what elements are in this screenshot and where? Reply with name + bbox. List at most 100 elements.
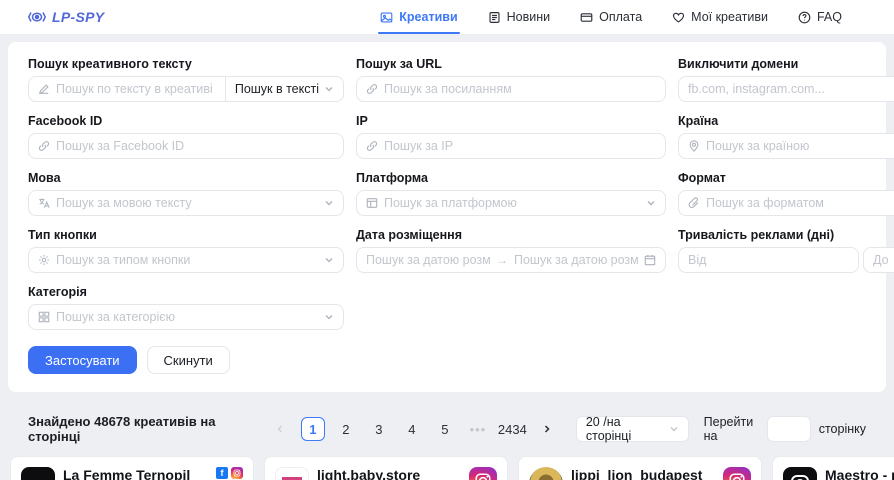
page-button-last[interactable]: 2434 <box>499 417 526 441</box>
news-icon <box>488 11 501 24</box>
instagram-icon <box>723 467 751 480</box>
goto-suffix: сторінку <box>819 422 866 436</box>
creative-card[interactable]: lippi_lion_budapest 2025-11-20 21:02:03 … <box>518 456 762 480</box>
page-ellipsis[interactable]: ••• <box>466 417 490 441</box>
reset-button[interactable]: Скинути <box>147 346 230 374</box>
field-label: Пошук креативного тексту <box>28 57 344 71</box>
field-label: Пошук за URL <box>356 57 666 71</box>
chevron-down-icon <box>324 312 334 322</box>
field-label: IP <box>356 114 666 128</box>
nav-label: Креативи <box>399 10 457 24</box>
nav-news[interactable]: Новини <box>488 0 551 34</box>
duration-from-control <box>678 247 859 273</box>
creative-card[interactable]: Maestro - кухні, меблі на замовлення в У… <box>772 456 894 480</box>
field-button-type: Тип кнопки Пошук за типом кнопки <box>28 228 344 273</box>
app-header: LP-SPY Креативи Новини Оплата Мої креати… <box>0 0 894 34</box>
language-placeholder: Пошук за мовою тексту <box>56 196 318 210</box>
filters-panel: Пошук креативного тексту Пошук в тексті … <box>8 42 886 392</box>
page-button-2[interactable]: 2 <box>334 417 358 441</box>
paperclip-icon <box>688 197 700 209</box>
url-control <box>356 76 666 102</box>
nav-faq[interactable]: FAQ <box>798 0 842 34</box>
text-search-mode-select[interactable]: Пошук в тексті <box>225 77 334 101</box>
grid-icon <box>38 311 50 323</box>
field-label: Дата розміщення <box>356 228 666 242</box>
field-duration: Тривалість реклами (дні) <box>678 228 894 273</box>
country-input[interactable] <box>706 139 894 153</box>
creative-text-input[interactable] <box>56 82 219 96</box>
mode-value: Пошук в тексті <box>235 82 319 96</box>
field-label: Facebook ID <box>28 114 344 128</box>
chevron-down-icon <box>646 198 656 208</box>
field-facebook-id: Facebook ID <box>28 114 344 159</box>
card-title[interactable]: light.baby.store <box>317 467 461 480</box>
ip-input[interactable] <box>384 139 656 153</box>
nav-label: Мої креативи <box>691 10 768 24</box>
goto-prefix: Перейти на <box>704 415 759 443</box>
category-placeholder: Пошук за категорією <box>56 310 318 324</box>
facebook-id-input[interactable] <box>56 139 334 153</box>
url-input[interactable] <box>384 82 656 96</box>
page-button-4[interactable]: 4 <box>400 417 424 441</box>
page-size-select[interactable]: 20 /на сторінці <box>576 416 689 442</box>
nav-my-creatives[interactable]: Мої креативи <box>672 0 768 34</box>
creative-card[interactable]: LA FEMME La Femme Ternopil 2025-11-20 21… <box>10 456 254 480</box>
calendar-icon <box>644 254 656 266</box>
goto-page-input[interactable] <box>767 416 811 442</box>
exclude-domains-control <box>678 76 894 102</box>
field-label: Виключити домени <box>678 57 894 71</box>
duration-to-control <box>863 247 894 273</box>
nav-creatives[interactable]: Креативи <box>380 0 457 34</box>
link-icon <box>366 83 378 95</box>
exclude-domains-input[interactable] <box>688 82 894 96</box>
field-language: Мова Пошук за мовою тексту <box>28 171 344 216</box>
duration-to-input[interactable] <box>873 253 894 267</box>
field-url: Пошук за URL <box>356 57 666 102</box>
button-type-select[interactable]: Пошук за типом кнопки <box>28 247 344 273</box>
field-label: Платформа <box>356 171 666 185</box>
nav-label: FAQ <box>817 10 842 24</box>
field-label: Тривалість реклами (дні) <box>678 228 894 242</box>
app-logo[interactable]: LP-SPY <box>28 9 104 25</box>
prev-page-button[interactable] <box>268 417 292 441</box>
field-label: Категорія <box>28 285 344 299</box>
image-icon <box>380 11 393 24</box>
format-placeholder: Пошук за форматом <box>706 196 894 210</box>
page-size-value: 20 /на сторінці <box>586 415 663 443</box>
platform-placeholder: Пошук за платформою <box>384 196 640 210</box>
nav-label: Оплата <box>599 10 642 24</box>
heart-icon <box>672 11 685 24</box>
placement-date-range[interactable]: Пошук за датою розміщення → Пошук за дат… <box>356 247 666 273</box>
date-from-placeholder: Пошук за датою розміщення <box>366 253 490 267</box>
page-button-3[interactable]: 3 <box>367 417 391 441</box>
category-select[interactable]: Пошук за категорією <box>28 304 344 330</box>
format-select[interactable]: Пошук за форматом <box>678 190 894 216</box>
card-title[interactable]: Maestro - кухні, меблі на замовлення в У… <box>825 467 894 480</box>
apply-button[interactable]: Застосувати <box>28 346 137 374</box>
page-button-1[interactable]: 1 <box>301 417 325 441</box>
next-page-button[interactable] <box>535 417 559 441</box>
card-title[interactable]: La Femme Ternopil <box>63 467 208 480</box>
nav-payment[interactable]: Оплата <box>580 0 642 34</box>
networks: f <box>216 467 243 480</box>
page-button-5[interactable]: 5 <box>433 417 457 441</box>
date-to-placeholder: Пошук за датою розміщення <box>514 253 638 267</box>
chevron-down-icon <box>669 424 679 434</box>
country-control <box>678 133 894 159</box>
creative-card[interactable]: light.baby.store 2025-11-20 21:02:03 3 d… <box>264 456 508 480</box>
gear-icon <box>38 254 50 266</box>
platform-select[interactable]: Пошук за платформою <box>356 190 666 216</box>
chevron-down-icon <box>324 84 334 94</box>
avatar: LA FEMME <box>21 467 55 480</box>
link-icon <box>366 140 378 152</box>
creative-cards-row: LA FEMME La Femme Ternopil 2025-11-20 21… <box>0 456 894 480</box>
avatar <box>275 467 309 480</box>
language-select[interactable]: Пошук за мовою тексту <box>28 190 344 216</box>
duration-from-input[interactable] <box>688 253 849 267</box>
field-label: Країна <box>678 114 894 128</box>
field-creative-text: Пошук креативного тексту Пошук в тексті <box>28 57 344 102</box>
card-title[interactable]: lippi_lion_budapest <box>571 467 715 480</box>
chevron-left-icon <box>275 424 285 434</box>
creative-text-control: Пошук в тексті <box>28 76 344 102</box>
facebook-icon: f <box>216 467 228 479</box>
